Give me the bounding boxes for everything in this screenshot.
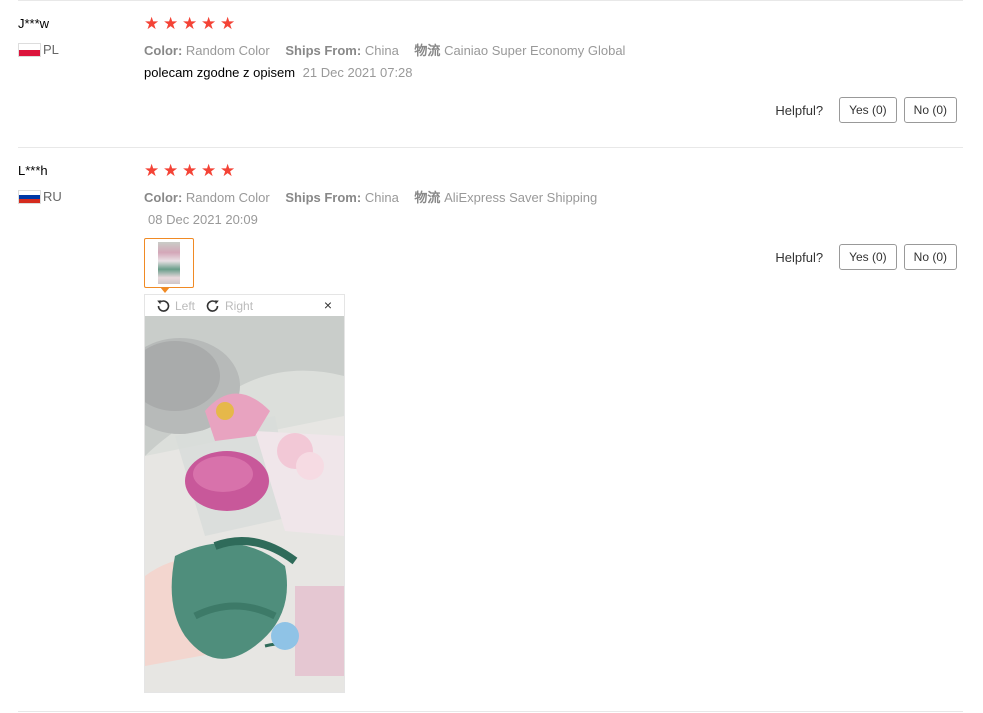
logistics-label: 物流	[414, 190, 441, 205]
star-icon: ★	[201, 161, 217, 180]
review-photo	[145, 316, 344, 692]
logistics-value: AliExpress Saver Shipping	[444, 190, 598, 205]
helpful-controls: Helpful? Yes (0) No (0)	[775, 244, 957, 270]
rotate-left-label: Left	[175, 298, 196, 313]
order-attributes: Color: Random Color Ships From: China 物流…	[144, 40, 637, 59]
viewer-toolbar: Left Right ×	[145, 295, 344, 316]
star-rating: ★ ★ ★ ★ ★	[144, 15, 238, 32]
helpful-yes-button[interactable]: Yes (0)	[839, 244, 897, 270]
ships-from-value: China	[364, 190, 399, 205]
russia-flag-icon	[18, 189, 41, 204]
review-content: polecam zgodne z opisem 21 Dec 2021 07:2…	[144, 65, 413, 80]
color-label: Color:	[144, 190, 183, 205]
color-value: Random Color	[185, 43, 270, 58]
bottom-divider	[18, 711, 963, 712]
close-icon[interactable]: ×	[324, 297, 332, 313]
review-date: 08 Dec 2021 20:09	[148, 212, 258, 227]
logistics-value: Cainiao Super Economy Global	[444, 43, 626, 58]
star-icon: ★	[163, 14, 179, 33]
poland-flag-icon	[18, 42, 41, 57]
star-icon: ★	[163, 161, 179, 180]
star-icon: ★	[220, 14, 236, 33]
rotate-right-label: Right	[225, 298, 254, 313]
logistics-label: 物流	[414, 43, 441, 58]
thumbnail-pointer	[160, 287, 170, 293]
star-icon: ★	[220, 161, 236, 180]
helpful-yes-button[interactable]: Yes (0)	[839, 97, 897, 123]
helpful-no-button[interactable]: No (0)	[903, 97, 957, 123]
helpful-controls: Helpful? Yes (0) No (0)	[775, 97, 957, 123]
ships-from-label: Ships From:	[285, 43, 362, 58]
star-icon: ★	[182, 14, 198, 33]
reviewer-name: L***h	[18, 163, 48, 178]
review-photo-image	[145, 316, 344, 692]
review-photo-thumbnail[interactable]	[144, 238, 194, 288]
photo-viewer: Left Right ×	[144, 294, 345, 693]
star-icon: ★	[182, 161, 198, 180]
country-code: PL	[43, 42, 59, 57]
helpful-label: Helpful?	[775, 102, 824, 118]
review-text: polecam zgodne z opisem	[144, 65, 296, 80]
thumbnail-image	[158, 242, 180, 284]
star-icon: ★	[144, 161, 160, 180]
helpful-label: Helpful?	[775, 249, 824, 265]
color-label: Color:	[144, 43, 183, 58]
color-value: Random Color	[185, 190, 270, 205]
star-icon: ★	[201, 14, 217, 33]
star-rating: ★ ★ ★ ★ ★	[144, 162, 238, 179]
country-code: RU	[43, 189, 62, 204]
rotate-left-icon	[157, 299, 170, 312]
reviewer-country: PL	[18, 42, 59, 57]
order-attributes: Color: Random Color Ships From: China 物流…	[144, 187, 609, 206]
rotate-right-button[interactable]: Right	[205, 298, 253, 314]
star-icon: ★	[144, 14, 160, 33]
helpful-no-button[interactable]: No (0)	[903, 244, 957, 270]
review-divider	[18, 147, 963, 148]
top-divider	[18, 0, 963, 1]
reviewer-country: RU	[18, 189, 62, 204]
ships-from-label: Ships From:	[285, 190, 362, 205]
rotate-right-icon	[206, 299, 219, 312]
ships-from-value: China	[364, 43, 399, 58]
review-date: 21 Dec 2021 07:28	[302, 65, 413, 80]
rotate-left-button[interactable]: Left	[155, 298, 195, 314]
reviewer-name: J***w	[18, 16, 50, 31]
